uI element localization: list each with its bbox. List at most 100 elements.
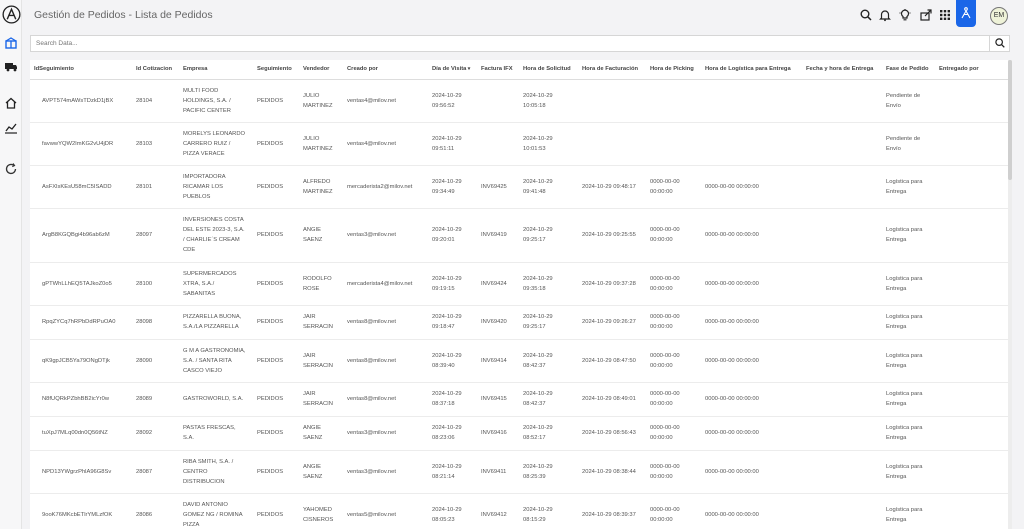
order-phase-line: Pendiente de: [886, 92, 921, 99]
tracking-status-cell: PEDIDOS: [253, 262, 299, 306]
company-line: RIBA SMITH, S.A. /: [183, 458, 234, 465]
company-line: INVERSIONES COSTA: [183, 217, 244, 223]
request-time-line: 09:35:18: [523, 285, 546, 292]
order-phase-line: Entrega: [886, 324, 907, 330]
search-button[interactable]: [989, 36, 1009, 51]
column-header[interactable]: Fase de Pedido: [882, 60, 935, 80]
visit-date-line: 2024-10-29: [432, 507, 462, 513]
table-row[interactable]: RpqZYCq7hRPbDdRPuOA0 28098 PIZZARELLA BUON…: [30, 305, 1008, 340]
search-input[interactable]: [31, 36, 989, 51]
delivery-truck-icon[interactable]: [4, 59, 18, 73]
delivery-time-cell: [802, 122, 882, 166]
table-row[interactable]: NPD13YWgrzPhlA96G8Sv 28087 RIBA SMITH, S.A…: [30, 450, 1008, 494]
seller-line: SAENZ: [303, 473, 323, 480]
table-row[interactable]: AVPT574mAWsTDzkD1jBX 28104 MULTI FOOD HOLDI…: [30, 79, 1008, 123]
sidebar: [0, 0, 22, 529]
search-icon[interactable]: [859, 8, 873, 22]
column-header[interactable]: Creado por: [343, 60, 428, 80]
company-line: PASTAS FRESCAS,: [183, 425, 236, 431]
picking-time-cell: 0000-00-00 00:00:00: [646, 262, 701, 306]
tracking-status-cell: PEDIDOS: [253, 305, 299, 340]
request-time-line: 2024-10-29: [523, 507, 553, 513]
table-row[interactable]: tuXpJ7MLq00dn0Q56tNZ 28092 PASTAS FRESCAS,…: [30, 416, 1008, 451]
seller-line: JAIR: [303, 391, 316, 397]
column-header[interactable]: IdSeguimiento: [30, 60, 132, 80]
table-row[interactable]: N8fUQRkPZbhBB2icYr0w 28089 GASTROWORLD, S.…: [30, 382, 1008, 417]
request-time-line: 2024-10-29: [523, 314, 553, 320]
column-header[interactable]: Id Cotizacion: [132, 60, 179, 80]
column-header[interactable]: Seguimiento: [253, 60, 299, 80]
scrollbar-thumb[interactable]: [1008, 60, 1012, 180]
lightbulb-icon[interactable]: [898, 8, 912, 22]
home-icon[interactable]: [4, 96, 18, 110]
logistics-time-cell: 0000-00-00 00:00:00: [701, 165, 802, 209]
top-bar: Gestión de Pedidos - Lista de Pedidos EM: [22, 0, 1024, 32]
column-header[interactable]: Hora de Solicitud: [519, 60, 578, 80]
company-cell: INVERSIONES COSTA DEL ESTE 2023-3, S.A. / …: [179, 208, 253, 263]
visit-date-line: 08:37:18: [432, 401, 455, 407]
column-header-label: Hora de Solicitud: [523, 66, 571, 73]
table-row[interactable]: ArgB8KGQBgi4b96ab6zM 28097 INVERSIONES COS…: [30, 208, 1008, 263]
picking-time-line: 0000-00-00: [650, 352, 680, 359]
request-time-line: 08:15:29: [523, 517, 546, 523]
picking-time-cell: [646, 122, 701, 166]
table-row[interactable]: 9ooK76MKcbETlrYMLzfOK 28086 DAVID ANTONIO G…: [30, 493, 1008, 529]
analytics-icon[interactable]: [4, 121, 18, 135]
created-by-cell: mercaderista2@milov.net: [343, 165, 428, 209]
company-line: S.A.: [183, 435, 194, 441]
request-time-line: 08:52:17: [523, 435, 546, 441]
delivered-by-cell: [935, 493, 1008, 529]
table-scrollbar[interactable]: [1008, 60, 1012, 529]
quotation-id-cell: 28089: [132, 382, 179, 417]
seller-cell: YAHOMED CISNEROS: [299, 493, 343, 529]
quotation-id-cell: 28103: [132, 122, 179, 166]
picking-time-line: 00:00:00: [650, 237, 673, 243]
column-header[interactable]: Hora de Facturación: [578, 60, 646, 80]
refresh-icon[interactable]: [4, 162, 18, 176]
table-row[interactable]: gPTWhLLhEQ5TAJkoZ0o5 28100 SUPERMERCADOS XT…: [30, 262, 1008, 306]
picking-time-cell: 0000-00-00 00:00:00: [646, 382, 701, 417]
column-header-label: Hora de Logística para Entrega: [705, 66, 791, 73]
orders-icon[interactable]: [4, 36, 18, 50]
app-logo-icon[interactable]: [2, 5, 21, 24]
tracking-status-cell: PEDIDOS: [253, 79, 299, 123]
delivered-by-cell: [935, 450, 1008, 494]
table-row[interactable]: AsFXlsKEsU58mC5ISADD 28101 IMPORTADORA RICA…: [30, 165, 1008, 209]
request-time-cell: 2024-10-29 09:41:48: [519, 165, 578, 209]
company-cell: PASTAS FRESCAS, S.A.: [179, 416, 253, 451]
column-header-label: Creado por: [347, 66, 378, 73]
accessibility-button[interactable]: [956, 0, 976, 27]
column-header[interactable]: Hora de Picking: [646, 60, 701, 80]
column-header[interactable]: Fecha y hora de Entrega: [802, 60, 882, 80]
column-header[interactable]: Empresa: [179, 60, 253, 80]
bell-icon[interactable]: [878, 8, 892, 22]
user-avatar[interactable]: EM: [990, 7, 1008, 25]
delivered-by-cell: [935, 165, 1008, 209]
seller-cell: JULIO MARTINEZ: [299, 122, 343, 166]
order-phase-cell: Logística para Entrega: [882, 382, 935, 417]
column-header[interactable]: Vendedor: [299, 60, 343, 80]
column-header[interactable]: Factura IFX: [477, 60, 519, 80]
apps-grid-icon[interactable]: [938, 8, 952, 22]
picking-time-cell: 0000-00-00 00:00:00: [646, 208, 701, 263]
column-header[interactable]: Día de Visita ▾: [428, 60, 477, 80]
tracking-id-cell: 9ooK76MKcbETlrYMLzfOK: [30, 493, 132, 529]
table-row[interactable]: favwwYQW2ImKG2vU4jDR 28103 MORELYS LEONARD…: [30, 122, 1008, 166]
column-header-label: Empresa: [183, 66, 208, 73]
picking-time-cell: 0000-00-00 00:00:00: [646, 416, 701, 451]
visit-date-line: 2024-10-29: [432, 463, 462, 470]
visit-date-line: 2024-10-29: [432, 352, 462, 359]
picking-time-line: 00:00:00: [650, 435, 673, 441]
share-icon[interactable]: [919, 8, 933, 22]
picking-time-line: 00:00:00: [650, 473, 673, 480]
column-header[interactable]: Hora de Logística para Entrega: [701, 60, 802, 80]
column-header-label: IdSeguimiento: [34, 66, 74, 73]
company-line: PIZZA VERACE: [183, 150, 225, 157]
column-header[interactable]: Entregado por: [935, 60, 1008, 80]
seller-line: JAIR: [303, 352, 316, 359]
table-row[interactable]: qK9gpJCB5Ya79ONgDTjk 28090 G M A GASTRONOM…: [30, 339, 1008, 383]
column-header-label: Factura IFX: [481, 66, 513, 73]
tracking-status-cell: PEDIDOS: [253, 122, 299, 166]
visit-date-cell: 2024-10-29 09:18:47: [428, 305, 477, 340]
billing-time-cell: 2024-10-29 08:39:37: [578, 493, 646, 529]
